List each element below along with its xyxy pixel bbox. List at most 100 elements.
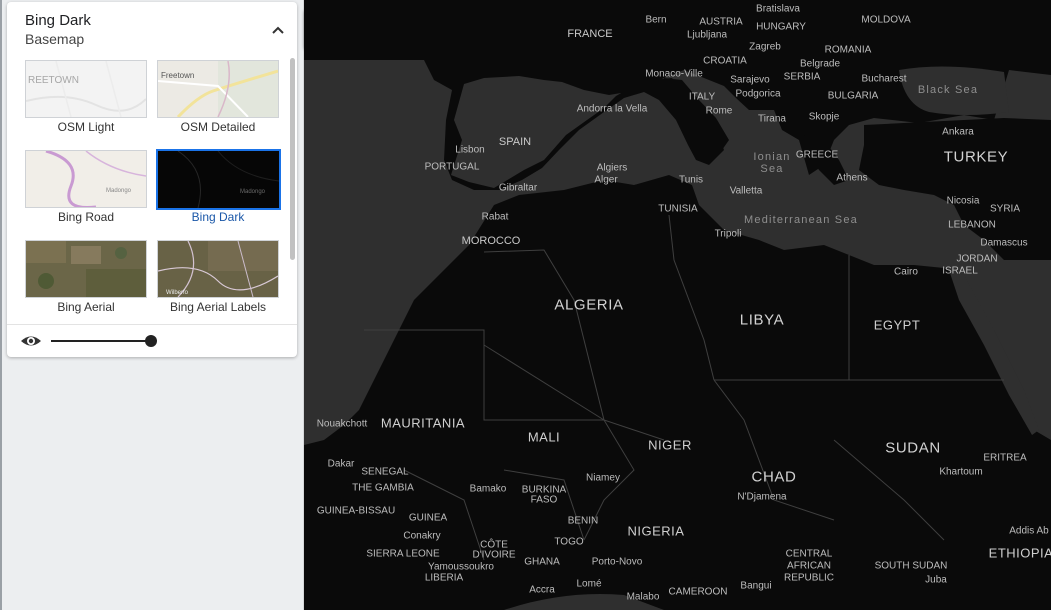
map-label: TURKEY	[943, 148, 1009, 166]
basemap-label: Bing Dark	[191, 210, 245, 224]
map-label: SENEGAL	[361, 466, 409, 478]
map-label: Algiers	[596, 162, 628, 174]
bing-dark-thumbnail: Madongo	[156, 149, 281, 210]
map-label: SUDAN	[885, 439, 941, 457]
map-label: Yamoussoukro	[428, 561, 494, 573]
map-label: Black Sea	[917, 84, 979, 96]
map-label: ROMANIA	[824, 44, 872, 56]
map-label: MALI	[527, 429, 561, 445]
map-label: MAURITANIA	[380, 415, 466, 431]
map-label: Ionian	[753, 151, 791, 163]
map-label: Bratislava	[756, 3, 800, 15]
basemap-gallery: REETOWN OSM Light Freetown OSM Detailed …	[7, 54, 297, 324]
basemap-label: Bing Road	[57, 210, 115, 224]
map-label: NIGER	[648, 437, 692, 453]
map-label: REPUBLIC	[783, 572, 835, 584]
map-label: ALGERIA	[554, 296, 624, 314]
map-label: LEBANON	[948, 219, 996, 231]
panel-title: Bing Dark	[25, 12, 91, 29]
map-label: SYRIA	[989, 203, 1021, 215]
map-label: JORDAN	[956, 253, 998, 265]
left-edge-divider	[0, 0, 2, 610]
map-label: SOUTH SUDAN	[874, 560, 948, 572]
panel-subtitle: Basemap	[25, 31, 85, 47]
basemap-tile-bing-aerial[interactable]: Bing Aerial	[24, 239, 148, 319]
scrollbar-thumb[interactable]	[290, 58, 295, 260]
osm-light-thumbnail: REETOWN	[25, 60, 147, 118]
map-label: CAMEROON	[668, 586, 728, 598]
map-label: GUINEA	[408, 512, 448, 524]
basemap-panel-header[interactable]: Bing Dark Basemap	[7, 2, 297, 54]
map-label: TOGO	[554, 536, 584, 548]
chevron-up-icon	[272, 26, 284, 34]
map-label: Rome	[705, 105, 733, 117]
slider-knob[interactable]	[145, 335, 157, 347]
map-label: BENIN	[567, 515, 599, 527]
eye-icon[interactable]	[20, 332, 42, 350]
basemap-tile-bing-aerial-labels[interactable]: Wilberfo Bing Aerial Labels	[156, 239, 280, 319]
map-label: Bucharest	[861, 73, 907, 85]
basemap-tile-osm-light[interactable]: REETOWN OSM Light	[24, 59, 148, 139]
map-label: Juba	[925, 574, 947, 586]
map-label: Skopje	[808, 111, 840, 123]
map-label: Podgorica	[735, 88, 781, 100]
map-label: Damascus	[980, 237, 1028, 249]
map-label: Cairo	[894, 266, 918, 278]
thumbnail-caption: Madongo	[106, 188, 132, 194]
map-label: BULGARIA	[827, 90, 879, 102]
map-label: SPAIN	[498, 136, 532, 148]
map-label: MOLDOVA	[861, 14, 911, 26]
map-label: EGYPT	[873, 317, 921, 333]
map-label: Addis Ab	[1009, 525, 1049, 537]
map-label: Conakry	[403, 530, 441, 542]
map-label: Porto-Novo	[591, 556, 643, 568]
map-label: Tunis	[678, 174, 704, 186]
map-label: Tirana	[758, 113, 786, 125]
map-label: Malabo	[626, 591, 660, 603]
basemap-panel: Bing Dark Basemap REETOWN OSM Light Free…	[7, 2, 297, 357]
map-label: Nouakchott	[316, 418, 368, 430]
gallery-scrollbar[interactable]	[290, 58, 295, 320]
slider-track	[51, 340, 151, 342]
basemap-label: OSM Light	[57, 120, 115, 134]
map-label: CHAD	[751, 468, 797, 486]
map-label: Alger	[594, 174, 618, 186]
map-label: Monaco-Ville	[645, 68, 703, 80]
map-label: Sarajevo	[730, 74, 770, 86]
opacity-row	[7, 325, 297, 357]
map-label: AUSTRIA	[699, 16, 743, 28]
map-label: Accra	[529, 584, 555, 596]
map-label: THE GAMBIA	[352, 482, 414, 494]
basemap-tile-osm-detailed[interactable]: Freetown OSM Detailed	[156, 59, 280, 139]
basemap-tile-bing-dark[interactable]: Madongo Bing Dark	[156, 149, 281, 229]
map-label: LIBERIA	[424, 572, 464, 584]
map-label: HUNGARY	[756, 21, 806, 33]
bing-road-thumbnail: Madongo	[25, 150, 147, 208]
map-label: Tripoli	[714, 228, 742, 240]
thumbnail-caption: Madongo	[240, 189, 266, 195]
map-label: Nicosia	[946, 195, 980, 207]
map-label: ITALY	[688, 91, 716, 103]
thumbnail-caption: Freetown	[161, 71, 194, 80]
map-label: Bangui	[740, 580, 772, 592]
map-label: Dakar	[327, 458, 355, 470]
map-label: Bamako	[469, 483, 507, 495]
basemap-tile-bing-road[interactable]: Madongo Bing Road	[24, 149, 148, 229]
map-label: Gibraltar	[498, 182, 538, 194]
map-label: MOROCCO	[461, 235, 521, 247]
map-label: Valletta	[729, 185, 763, 197]
map-label: Khartoum	[939, 466, 983, 478]
map-label: GHANA	[524, 556, 560, 568]
map-label: FRANCE	[567, 28, 613, 40]
map-label: Ankara	[942, 126, 974, 138]
bing-aerial-thumbnail	[25, 240, 147, 298]
map-label: Andorra la Vella	[576, 103, 648, 115]
map-label: FASO	[530, 494, 558, 506]
map-label: Ljubljana	[686, 29, 728, 41]
map-label: AFRICAN	[787, 560, 831, 572]
opacity-slider[interactable]	[51, 333, 159, 349]
collapse-button[interactable]	[266, 18, 290, 42]
map-label: Mediterranean Sea	[744, 214, 858, 226]
map-view[interactable]: FRANCE Bern AUSTRIA Ljubljana HUNGARY Bratisl…	[304, 0, 1051, 610]
bing-aerial-labels-thumbnail: Wilberfo	[157, 240, 279, 298]
